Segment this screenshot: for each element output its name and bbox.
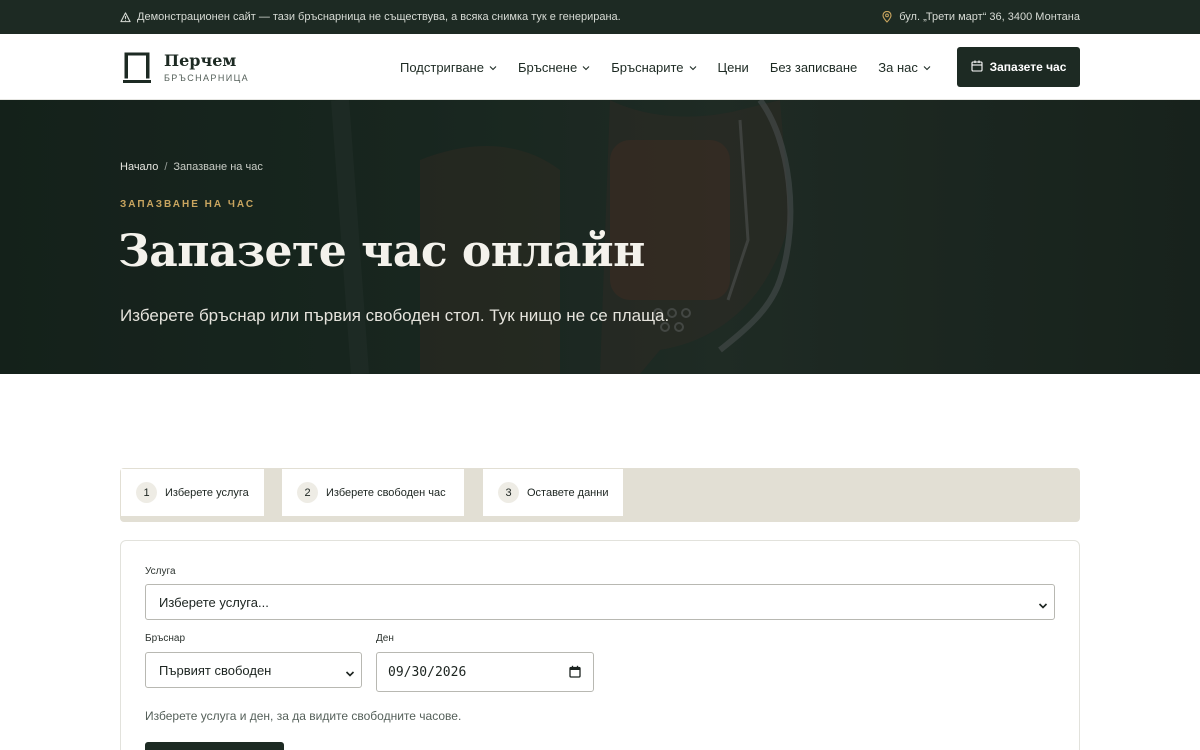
service-label: Услуга	[145, 566, 176, 577]
address: бул. „Трети март“ 36, 3400 Монтана	[882, 11, 1080, 23]
slots-hint: Изберете услуга и ден, за да видите своб…	[145, 709, 462, 723]
breadcrumb: Начало / Запазване на час	[120, 161, 263, 173]
booking-form-card: Услуга Изберете услуга... Бръснар Първия…	[120, 540, 1080, 750]
chevron-down-icon	[345, 666, 355, 681]
step-select-service[interactable]: 1 Изберете услуга	[121, 469, 264, 516]
nav-label: Бръснене	[517, 60, 578, 75]
brand-name: Перчем	[164, 50, 237, 70]
step-select-slot[interactable]: 2 Изберете свободен час	[282, 469, 464, 516]
barber-chair-logo-icon	[123, 51, 151, 84]
nav-item-shaving[interactable]: Бръснене	[518, 60, 590, 75]
step-number: 1	[136, 482, 157, 503]
breadcrumb-home-link[interactable]: Начало	[120, 161, 158, 173]
booking-steps: 1 Изберете услуга 2 Изберете свободен ча…	[120, 468, 1080, 522]
main-nav: Подстригване Бръснене Бръснарите Цени Бе…	[400, 60, 952, 75]
hero-lead: Изберете бръснар или първия свободен сто…	[120, 306, 670, 325]
demo-notice-bar: Демонстрационен сайт — тази бръснарница …	[0, 0, 1200, 34]
step-label: Изберете свободен час	[326, 486, 446, 499]
nav-label: Цени	[717, 60, 749, 75]
step-label: Оставете данни	[527, 486, 609, 499]
chevron-down-icon	[582, 65, 590, 71]
brand-tagline: БРЪСНАРНИЦА	[164, 72, 250, 83]
barber-select-value: Първият свободен	[159, 662, 272, 678]
demo-notice-text: Демонстрационен сайт — тази бръснарница …	[137, 11, 621, 23]
nav-item-prices[interactable]: Цени	[718, 60, 749, 75]
day-date-value: 09/30/2026	[388, 664, 467, 680]
step-label: Изберете услуга	[165, 486, 249, 499]
chevron-down-icon	[689, 65, 697, 71]
logo[interactable]: Перчем БРЪСНАРНИЦА	[123, 51, 249, 84]
nav-item-barbers[interactable]: Бръснарите	[611, 60, 696, 75]
demo-notice: Демонстрационен сайт — тази бръснарница …	[120, 11, 621, 23]
nav-label: Бръснарите	[611, 60, 684, 75]
step-number: 2	[297, 482, 318, 503]
site-header: Перчем БРЪСНАРНИЦА Подстригване Бръснене…	[0, 34, 1200, 100]
service-select[interactable]: Изберете услуга...	[145, 584, 1055, 620]
address-text: бул. „Трети март“ 36, 3400 Монтана	[899, 11, 1080, 23]
book-appointment-button[interactable]: Запазете час	[957, 47, 1080, 87]
hero-banner: Начало / Запазване на час ЗАПАЗВАНЕ НА Ч…	[0, 100, 1200, 374]
book-appointment-label: Запазете час	[989, 60, 1067, 74]
hero-eyebrow: ЗАПАЗВАНЕ НА ЧАС	[120, 199, 256, 210]
nav-label: За нас	[878, 60, 918, 75]
nav-item-haircuts[interactable]: Подстригване	[400, 60, 497, 75]
warning-icon	[120, 11, 131, 23]
step-number: 3	[498, 482, 519, 503]
nav-item-walk-in[interactable]: Без записване	[770, 60, 857, 75]
step-contact-details[interactable]: 3 Оставете данни	[483, 469, 623, 516]
breadcrumb-current: Запазване на час	[173, 161, 263, 173]
nav-label: Подстригване	[400, 60, 484, 75]
map-pin-icon	[882, 11, 892, 23]
chevron-down-icon	[923, 65, 931, 71]
calendar-icon[interactable]	[569, 665, 581, 682]
calendar-icon	[971, 60, 983, 75]
service-select-value: Изберете услуга...	[159, 594, 269, 610]
day-label: Ден	[376, 633, 394, 644]
barber-label: Бръснар	[145, 633, 186, 644]
day-date-input[interactable]: 09/30/2026	[376, 652, 594, 692]
page-title: Запазете час онлайн	[118, 226, 645, 277]
continue-button[interactable]	[145, 742, 284, 750]
chevron-down-icon	[489, 65, 497, 71]
chevron-down-icon	[1038, 598, 1048, 613]
nav-item-about[interactable]: За нас	[878, 60, 931, 75]
nav-label: Без записване	[769, 60, 858, 75]
breadcrumb-separator: /	[164, 161, 168, 173]
barber-select[interactable]: Първият свободен	[145, 652, 362, 688]
